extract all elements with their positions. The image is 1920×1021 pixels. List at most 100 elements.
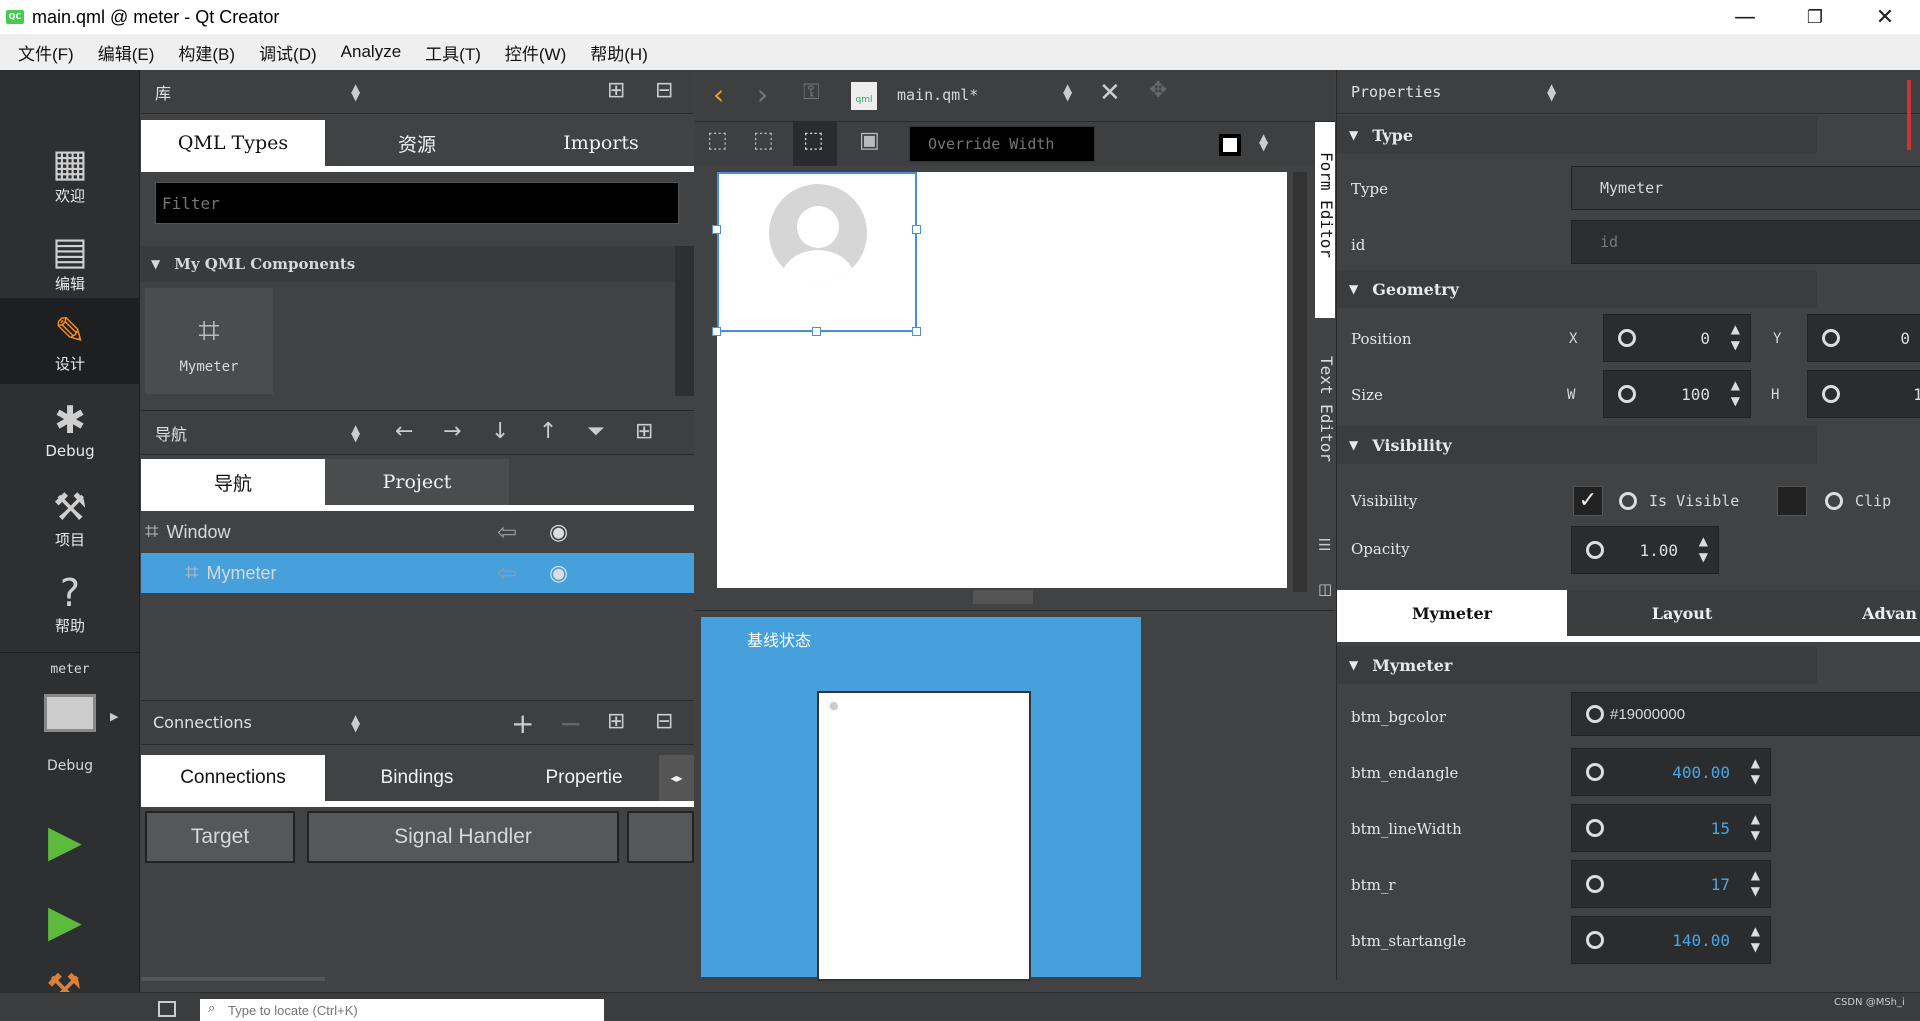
resize-handle[interactable] xyxy=(912,225,921,234)
menu-file[interactable]: 文件(F) xyxy=(6,40,86,65)
binding-eye-icon[interactable] xyxy=(1586,931,1604,949)
binding-eye-icon[interactable] xyxy=(1586,705,1604,723)
state-base[interactable]: 基线状态 ● xyxy=(701,617,1141,981)
binding-eye-icon[interactable] xyxy=(1619,492,1637,510)
arrow-down-icon[interactable]: ↓ xyxy=(491,419,509,444)
id-field[interactable]: id xyxy=(1571,220,1920,264)
btm-endangle-spinbox[interactable]: 400.00 ▲ ▼ xyxy=(1571,748,1771,796)
mode-debug[interactable]: ✱ Debug xyxy=(0,386,140,472)
run-icon[interactable]: ▶ xyxy=(48,816,82,867)
lock-icon[interactable]: ⚿ xyxy=(803,80,820,105)
spin-arrows-icon[interactable]: ▲ ▼ xyxy=(1751,811,1760,843)
binding-eye-icon[interactable] xyxy=(1825,492,1843,510)
is-visible-checkbox[interactable]: ✓ xyxy=(1573,486,1603,516)
component-mymeter[interactable]: ⌗ Mymeter xyxy=(145,288,273,394)
alias-export-icon[interactable]: ⇦ xyxy=(497,518,517,547)
menu-tools[interactable]: 工具(T) xyxy=(413,40,493,65)
tab-resources[interactable]: 资源 xyxy=(325,120,509,166)
text-editor-side-tab[interactable]: Text Editor xyxy=(1315,320,1336,490)
arrow-right-icon[interactable]: → xyxy=(443,419,461,444)
forward-icon[interactable]: › xyxy=(757,78,768,111)
close-document-icon[interactable]: ✕ xyxy=(1099,78,1121,108)
arrow-left-icon[interactable]: ← xyxy=(395,419,413,444)
tab-mymeter[interactable]: Mymeter xyxy=(1337,590,1567,636)
connections-combo-arrows-icon[interactable]: ▲ ▼ xyxy=(351,713,360,733)
visibility-section-header[interactable]: ▼ Visibility xyxy=(1337,426,1817,464)
btm-bgcolor-field[interactable]: #19000000 xyxy=(1571,692,1920,736)
column-target[interactable]: Target xyxy=(145,811,295,863)
spin-arrows-icon[interactable]: ▲ ▼ xyxy=(1699,533,1708,565)
arrow-up-icon[interactable]: ↑ xyxy=(539,419,557,444)
mode-edit[interactable]: ▤ 编辑 xyxy=(0,218,140,304)
x-spinbox[interactable]: 0 ▲ ▼ xyxy=(1603,314,1751,362)
close-panel-icon[interactable]: ⊟ xyxy=(655,78,673,103)
tab-connections[interactable]: Connections xyxy=(141,755,325,801)
binding-eye-icon[interactable] xyxy=(1586,541,1604,559)
monitor-icon[interactable] xyxy=(44,694,96,732)
no-snapping-icon[interactable]: ⬚ xyxy=(707,128,728,153)
y-spinbox[interactable]: 0 xyxy=(1807,314,1920,362)
h-scrollbar[interactable] xyxy=(141,977,325,981)
form-editor-side-tab[interactable]: Form Editor xyxy=(1315,122,1336,318)
spin-arrows-icon[interactable]: ▲ ▼ xyxy=(1731,321,1740,353)
column-signal-handler[interactable]: Signal Handler xyxy=(307,811,619,863)
w-spinbox[interactable]: 100 ▲ ▼ xyxy=(1603,370,1751,418)
close-button[interactable]: ✕ xyxy=(1850,0,1920,34)
binding-eye-icon[interactable] xyxy=(1822,329,1840,347)
remove-icon[interactable]: − xyxy=(559,707,582,740)
h-scrollbar[interactable] xyxy=(973,590,1033,604)
spin-arrows-icon[interactable]: ▲ ▼ xyxy=(1751,755,1760,787)
split-icon[interactable]: ⊞ xyxy=(607,709,625,734)
resize-handle[interactable] xyxy=(812,327,821,336)
binding-eye-icon[interactable] xyxy=(1586,819,1604,837)
eye-icon[interactable]: ◉ xyxy=(549,560,568,586)
menu-analyze[interactable]: Analyze xyxy=(329,42,413,62)
type-field[interactable]: Mymeter xyxy=(1571,166,1920,210)
resize-handle[interactable] xyxy=(912,327,921,336)
split-editor-icon[interactable]: ✥ xyxy=(1149,78,1167,103)
menu-build[interactable]: 构建(B) xyxy=(166,40,247,65)
btm-linewidth-spinbox[interactable]: 15 ▲ ▼ xyxy=(1571,804,1771,852)
kit-arrow-icon[interactable]: ▶ xyxy=(110,710,118,723)
tab-bindings[interactable]: Bindings xyxy=(325,755,509,801)
spin-arrows-icon[interactable]: ▲ ▼ xyxy=(1751,923,1760,955)
tab-imports[interactable]: Imports xyxy=(509,120,693,166)
side-icon-1[interactable]: ☰ xyxy=(1318,536,1331,554)
mode-design[interactable]: ✎ 设计 xyxy=(0,298,140,384)
override-width-input[interactable] xyxy=(909,126,1095,162)
mymeter-section-header[interactable]: ▼ Mymeter xyxy=(1337,646,1817,684)
menu-help[interactable]: 帮助(H) xyxy=(578,40,660,65)
back-icon[interactable]: ‹ xyxy=(713,78,724,111)
menu-edit[interactable]: 编辑(E) xyxy=(86,40,167,65)
debug-run-icon[interactable]: ▶ xyxy=(48,896,82,947)
selected-mymeter[interactable] xyxy=(717,172,917,332)
clip-checkbox[interactable] xyxy=(1777,486,1807,516)
maximize-button[interactable]: ❐ xyxy=(1780,0,1850,34)
binding-eye-icon[interactable] xyxy=(1618,385,1636,403)
h-spinbox[interactable]: 100 xyxy=(1807,370,1920,418)
alias-export-icon[interactable]: ⇦ xyxy=(497,559,517,588)
library-filter-input[interactable] xyxy=(155,182,679,224)
mode-welcome[interactable]: ▦ 欢迎 xyxy=(0,130,140,216)
resize-handle[interactable] xyxy=(712,327,721,336)
tab-navigator[interactable]: 导航 xyxy=(141,459,325,505)
tree-row-mymeter[interactable]: ⌗ Mymeter ⇦ ◉ xyxy=(141,553,694,593)
bounding-rect-icon[interactable]: ▣ xyxy=(859,128,880,153)
snap-margin-icon[interactable]: ⬚ xyxy=(803,128,824,153)
side-icon-2[interactable]: ◫ xyxy=(1318,580,1332,598)
navigator-combo-arrows-icon[interactable]: ▲ ▼ xyxy=(351,423,360,443)
background-color-icon[interactable] xyxy=(1219,134,1241,156)
file-combo-arrows-icon[interactable]: ▲ ▼ xyxy=(1063,82,1072,102)
library-combo-arrows-icon[interactable]: ▲ ▼ xyxy=(351,82,360,102)
mode-projects[interactable]: ⚒ 项目 xyxy=(0,474,140,560)
my-qml-components-header[interactable]: ▼ My QML Components xyxy=(141,246,675,282)
filter-icon[interactable]: ⏷ xyxy=(587,419,605,444)
v-scrollbar[interactable] xyxy=(1293,172,1307,592)
mode-help[interactable]: ? 帮助 xyxy=(0,560,140,646)
minimize-button[interactable]: — xyxy=(1710,0,1780,34)
opacity-spinbox[interactable]: 1.00 ▲ ▼ xyxy=(1571,526,1719,574)
btm-r-spinbox[interactable]: 17 ▲ ▼ xyxy=(1571,860,1771,908)
zoom-combo-arrows-icon[interactable]: ▲ ▼ xyxy=(1259,132,1268,152)
tab-qml-types[interactable]: QML Types xyxy=(141,120,325,166)
locator-input[interactable] xyxy=(200,999,604,1021)
